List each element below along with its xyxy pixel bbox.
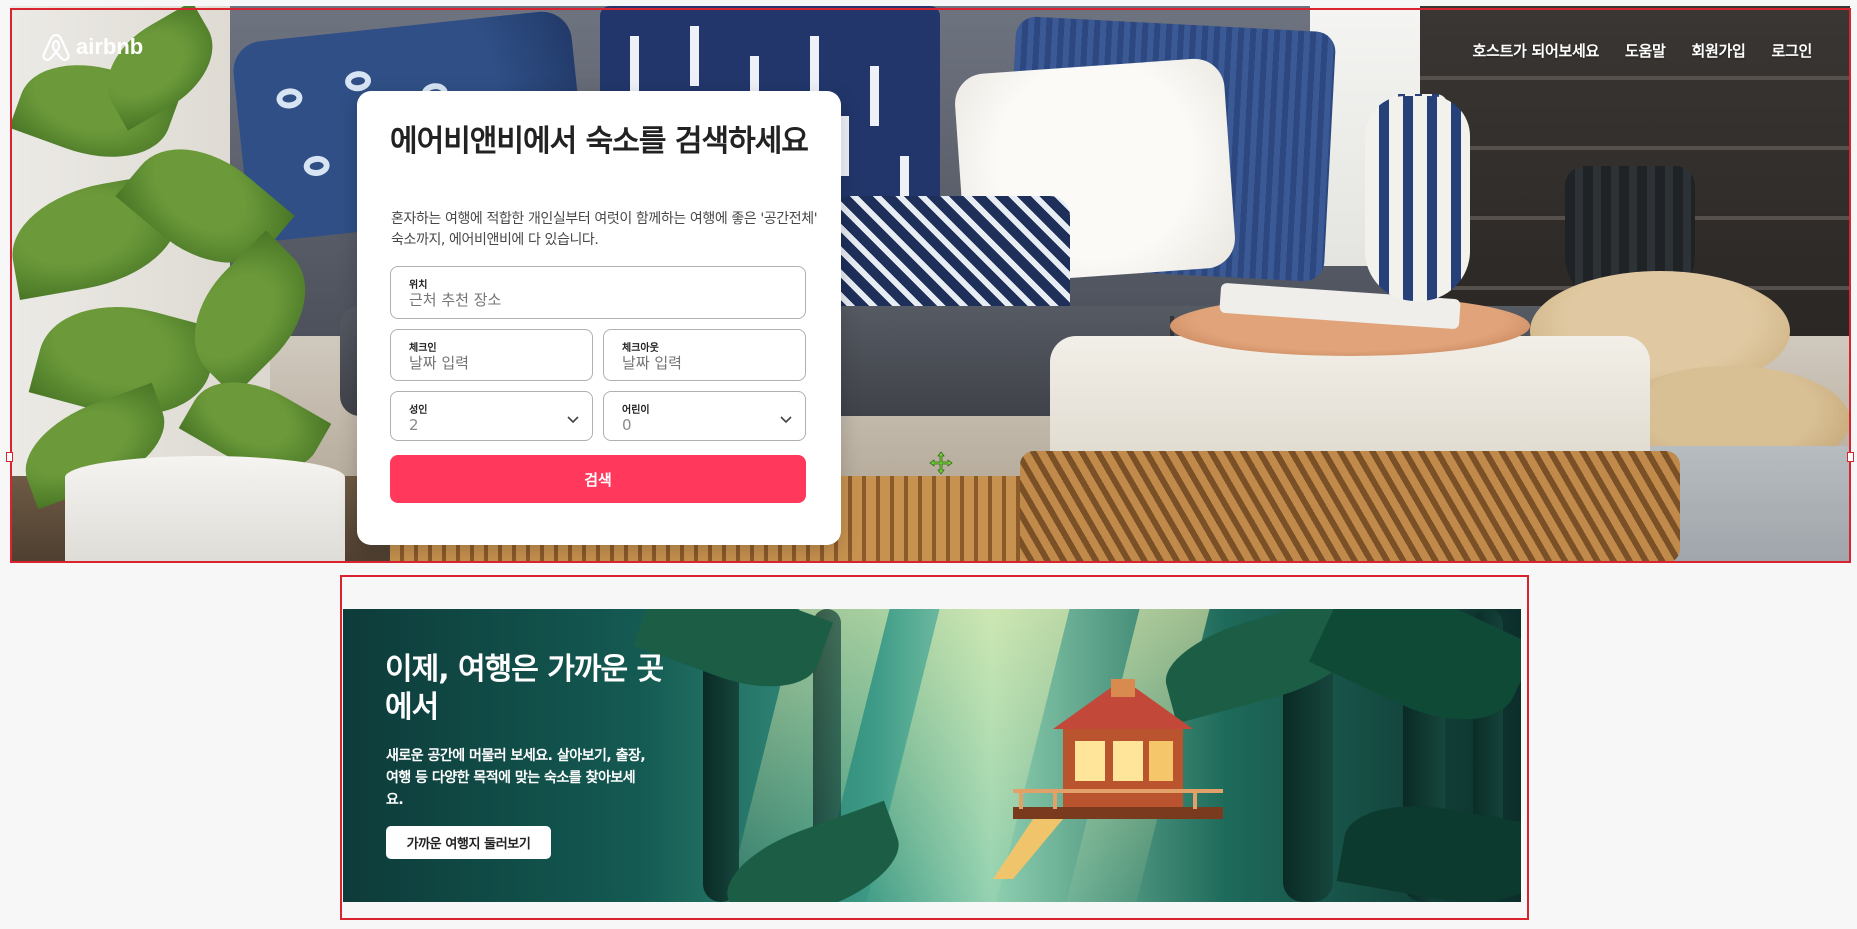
chevron-down-icon <box>567 416 579 424</box>
nav-signup[interactable]: 회원가입 <box>1691 40 1745 61</box>
checkout-field[interactable]: 체크아웃 <box>603 329 806 381</box>
checkout-label: 체크아웃 <box>622 343 659 354</box>
resize-handle-right[interactable] <box>1847 452 1854 462</box>
hero-background-image <box>10 6 1850 563</box>
chevron-down-icon <box>780 416 792 424</box>
checkin-label: 체크인 <box>409 343 437 354</box>
nav-login[interactable]: 로그인 <box>1771 40 1812 61</box>
promo-description: 새로운 공간에 머물러 보세요. 살아보기, 출장, 여행 등 다양한 목적에 … <box>386 748 646 808</box>
brand-name: airbnb <box>76 34 144 59</box>
checkin-field[interactable]: 체크인 <box>390 329 593 381</box>
explore-nearby-button[interactable]: 가까운 여행지 둘러보기 <box>386 826 551 859</box>
brand-logo[interactable]: airbnb <box>42 32 143 62</box>
search-card-description: 혼자하는 여행에 적합한 개인실부터 여럿이 함께하는 여행에 좋은 '공간전체… <box>391 211 818 248</box>
search-card: 에어비앤비에서 숙소를 검색하세요 혼자하는 여행에 적합한 개인실부터 여럿이… <box>357 91 841 545</box>
children-select[interactable]: 어린이 0 <box>603 391 806 441</box>
nav-become-host[interactable]: 호스트가 되어보세요 <box>1473 40 1600 61</box>
promo-banner: 이제, 여행은 가까운 곳에서 새로운 공간에 머물러 보세요. 살아보기, 출… <box>343 609 1521 902</box>
search-card-title: 에어비앤비에서 숙소를 검색하세요 <box>390 124 809 159</box>
search-button[interactable]: 검색 <box>390 455 806 503</box>
nav-help[interactable]: 도움말 <box>1625 40 1666 61</box>
airbnb-logo-icon <box>42 33 70 61</box>
adults-select[interactable]: 성인 2 <box>390 391 593 441</box>
hero-section: airbnb 호스트가 되어보세요 도움말 회원가입 로그인 에어비앤비에서 숙… <box>10 6 1850 563</box>
children-value: 0 <box>622 416 632 434</box>
location-label: 위치 <box>409 280 428 291</box>
checkin-input[interactable] <box>409 354 570 372</box>
top-nav: 호스트가 되어보세요 도움말 회원가입 로그인 <box>1473 40 1813 61</box>
location-input[interactable] <box>409 291 741 309</box>
move-cursor-icon <box>929 451 953 475</box>
adults-label: 성인 <box>409 405 428 416</box>
location-field[interactable]: 위치 <box>390 266 806 319</box>
resize-handle-left[interactable] <box>6 452 13 462</box>
checkout-input[interactable] <box>622 354 783 372</box>
children-label: 어린이 <box>622 405 650 416</box>
adults-value: 2 <box>409 416 419 434</box>
promo-title: 이제, 여행은 가까운 곳에서 <box>385 652 664 725</box>
